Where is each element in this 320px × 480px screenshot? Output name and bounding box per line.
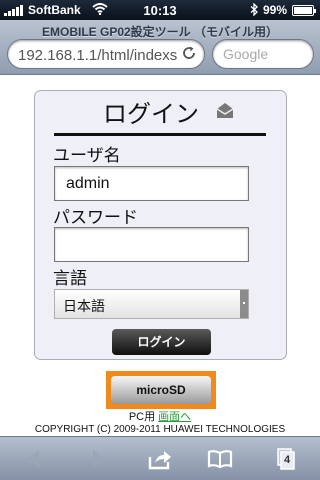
pages-icon[interactable]: 4 — [272, 447, 298, 471]
share-icon[interactable] — [147, 447, 173, 471]
bluetooth-icon — [250, 2, 258, 19]
language-select[interactable]: 日本語 — [54, 289, 249, 319]
bookmarks-icon[interactable] — [207, 447, 233, 471]
microsd-button[interactable]: microSD — [111, 376, 211, 404]
password-input[interactable] — [54, 227, 249, 262]
status-bar: SoftBank 10:13 99% — [0, 0, 320, 20]
username-input[interactable]: admin — [54, 166, 249, 201]
page-title: EMOBILE GP02設定ツール （モバイル用） — [41, 25, 279, 39]
search-field[interactable]: Google — [212, 39, 314, 69]
battery-percent: 99% — [263, 3, 288, 17]
username-label: ユーザ名 — [53, 146, 121, 166]
reload-icon[interactable] — [181, 45, 197, 65]
dropdown-arrow-icon — [240, 290, 248, 318]
browser-toolbar: 4 — [0, 436, 320, 480]
language-label: 言語 — [53, 269, 87, 289]
url-field[interactable]: 192.168.1.1/html/indexs — [7, 39, 205, 69]
password-label: パスワード — [53, 208, 138, 228]
copyright: COPYRIGHT (C) 2009-2011 HUAWEI TECHNOLOG… — [34, 424, 286, 435]
forward-icon[interactable] — [84, 447, 110, 471]
pc-view-link[interactable]: 画面へ — [158, 411, 191, 423]
login-heading: ログイン — [103, 100, 199, 128]
login-button[interactable]: ログイン — [112, 329, 211, 355]
language-selected-value: 日本語 — [63, 299, 105, 315]
envelope-icon — [215, 100, 235, 120]
battery-icon — [292, 5, 316, 16]
heading-divider — [54, 133, 266, 136]
pages-count: 4 — [284, 454, 291, 466]
url-text: 192.168.1.1/html/indexs — [18, 47, 178, 64]
pc-prefix: PC用 — [128, 411, 156, 423]
microsd-highlight: microSD — [106, 371, 216, 409]
browser-address-bar: EMOBILE GP02設定ツール （モバイル用） 192.168.1.1/ht… — [0, 20, 320, 75]
login-panel: ログイン ユーザ名 admin パスワード 言語 日本語 ログイン — [34, 90, 287, 360]
pc-view-row: PC用 画面へ — [0, 408, 320, 424]
back-icon[interactable] — [22, 447, 48, 471]
